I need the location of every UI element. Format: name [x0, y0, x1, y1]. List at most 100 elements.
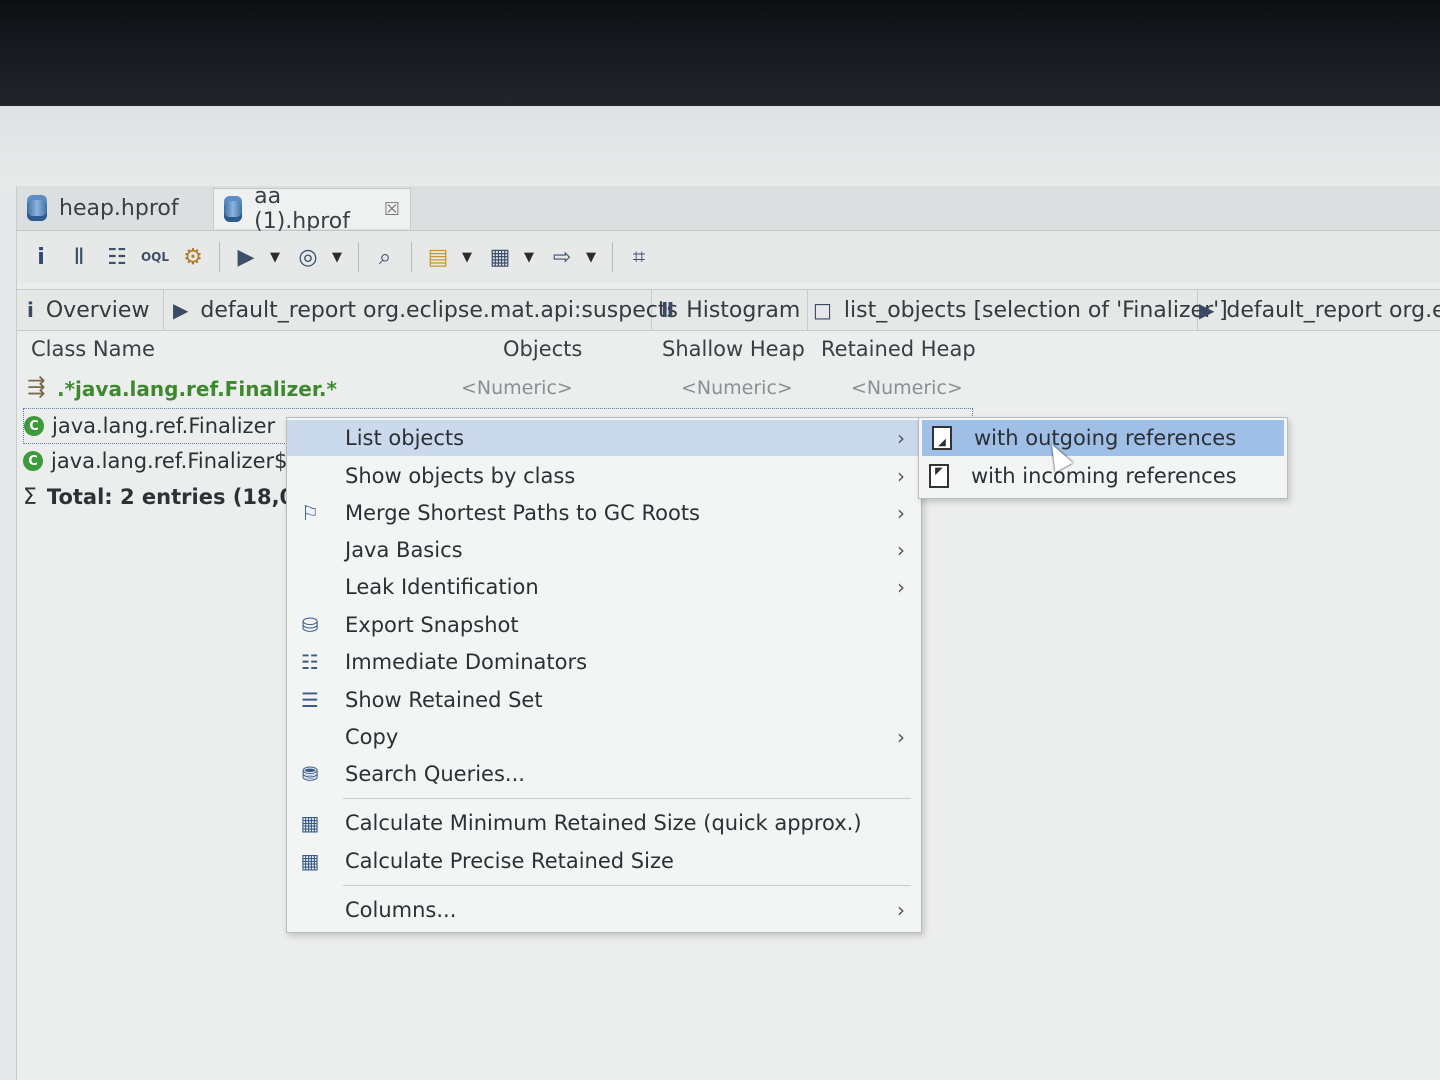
menu-item-outgoing-references[interactable]: ◢ with outgoing references: [922, 420, 1284, 456]
sigma-icon: Σ: [23, 484, 37, 510]
search-queries-icon: ⛃: [301, 762, 319, 786]
tab-label: default_report org.ec: [1226, 297, 1440, 323]
menu-label: Show Retained Set: [345, 688, 543, 712]
shallow-filter-input[interactable]: <Numeric>: [681, 377, 793, 399]
search-icon[interactable]: ⌕: [369, 239, 401, 275]
chevron-right-icon: ›: [897, 426, 905, 450]
menu-item-calc-precise-retained[interactable]: ▦ Calculate Precise Retained Size: [287, 843, 921, 879]
tab-histogram[interactable]: Ⅱ Histogram: [651, 290, 808, 330]
toolbar-separator: [411, 242, 412, 272]
chevron-down-icon[interactable]: ▼: [522, 239, 536, 275]
calculator-icon: ▦: [300, 811, 320, 835]
chevron-right-icon: ›: [897, 501, 905, 525]
menu-label: Export Snapshot: [345, 613, 519, 637]
menu-separator: [343, 798, 911, 799]
database-icon: [27, 195, 47, 221]
menu-label: with outgoing references: [974, 426, 1237, 450]
menu-item-leak-identification[interactable]: Leak Identification ›: [287, 569, 921, 605]
tab-label: Overview: [45, 297, 150, 323]
class-icon: C: [23, 451, 43, 471]
run-report-icon[interactable]: ▶: [230, 239, 262, 275]
info-icon: i: [27, 298, 34, 322]
column-class-name[interactable]: Class Name: [31, 337, 155, 361]
chevron-right-icon: ›: [897, 575, 905, 599]
open-query-browser-icon[interactable]: ◎: [292, 239, 324, 275]
menu-separator: [343, 885, 911, 886]
row-label: java.lang.ref.Finalizer$F: [51, 449, 300, 473]
oql-icon[interactable]: OQL: [139, 239, 171, 275]
calculator-icon[interactable]: ▦: [484, 239, 516, 275]
class-filter-input[interactable]: .*java.lang.ref.Finalizer.*: [57, 377, 337, 401]
toolbar-separator: [219, 242, 220, 272]
toolbar-separator: [358, 242, 359, 272]
menu-item-show-retained-set[interactable]: ☰ Show Retained Set: [287, 682, 921, 718]
histogram-icon: Ⅱ: [661, 298, 675, 322]
context-menu: List objects › Show objects by class › ⚐…: [286, 417, 922, 933]
menu-item-copy[interactable]: Copy ›: [287, 719, 921, 755]
list-objects-submenu: ◢ with outgoing references ◤ with incomi…: [918, 417, 1288, 499]
tab-label: Histogram: [686, 297, 801, 323]
row-label: java.lang.ref.Finalizer: [52, 414, 276, 438]
menu-item-list-objects[interactable]: List objects ›: [287, 420, 921, 456]
menu-item-merge-shortest-paths[interactable]: ⚐ Merge Shortest Paths to GC Roots ›: [287, 495, 921, 531]
report-icon: ▶: [1199, 298, 1215, 322]
menu-item-show-objects-by-class[interactable]: Show objects by class ›: [287, 458, 921, 494]
tab-default-report-suspects[interactable]: ▶ default_report org.eclipse.mat.api:sus…: [163, 290, 678, 330]
tab-heap-hprof[interactable]: heap.hprof: [17, 188, 217, 228]
histogram-icon[interactable]: Ⅱ: [63, 239, 95, 275]
tab-default-report[interactable]: ▶ default_report org.ec: [1189, 290, 1440, 330]
chevron-down-icon[interactable]: ▼: [268, 239, 282, 275]
menu-label: List objects: [345, 426, 465, 450]
dominator-icon: ☷: [301, 650, 319, 674]
chevron-down-icon[interactable]: ▼: [584, 239, 598, 275]
dominator-tree-icon[interactable]: ☷: [101, 239, 133, 275]
menu-item-columns[interactable]: Columns... ›: [287, 892, 921, 928]
menu-label: with incoming references: [971, 464, 1237, 488]
chevron-down-icon[interactable]: ▼: [460, 239, 474, 275]
menu-item-search-queries[interactable]: ⛃ Search Queries...: [287, 756, 921, 792]
tab-label: heap.hprof: [59, 195, 179, 221]
export-icon[interactable]: ⇨: [546, 239, 578, 275]
menu-label: Copy: [345, 725, 399, 749]
menu-label: Search Queries...: [345, 762, 525, 786]
menu-item-incoming-references[interactable]: ◤ with incoming references: [919, 458, 1287, 494]
database-export-icon: ⛁: [301, 613, 319, 637]
column-shallow-heap[interactable]: Shallow Heap: [662, 337, 805, 361]
menu-label: Java Basics: [345, 538, 463, 562]
table-header: Class Name Objects Shallow Heap Retained…: [17, 331, 1017, 369]
menu-item-calc-min-retained[interactable]: ▦ Calculate Minimum Retained Size (quick…: [287, 805, 921, 841]
chevron-right-icon: ›: [897, 538, 905, 562]
table-row[interactable]: C java.lang.ref.Finalizer$F: [23, 444, 300, 478]
toolbar-separator: [612, 242, 613, 272]
retained-set-icon: ☰: [301, 688, 319, 712]
menu-label: Columns...: [345, 898, 457, 922]
tab-aa-hprof[interactable]: aa (1).hprof ☒: [213, 184, 411, 234]
chevron-down-icon[interactable]: ▼: [330, 239, 344, 275]
calculator-icon: ▦: [300, 849, 320, 873]
menu-label: Immediate Dominators: [345, 650, 588, 674]
close-icon[interactable]: ☒: [384, 199, 400, 220]
tab-list-objects[interactable]: □ list_objects [selection of 'Finalizer'…: [803, 290, 1228, 330]
incoming-references-icon: ◤: [929, 464, 949, 488]
column-retained-heap[interactable]: Retained Heap: [821, 337, 976, 361]
column-objects[interactable]: Objects: [503, 337, 582, 361]
info-icon[interactable]: i: [25, 239, 57, 275]
menu-label: Calculate Precise Retained Size: [345, 849, 674, 873]
thread-overview-icon[interactable]: ⚙: [177, 239, 209, 275]
tab-overview[interactable]: i Overview: [17, 290, 164, 330]
path-tree-icon: ⚐: [301, 501, 319, 525]
menu-item-java-basics[interactable]: Java Basics ›: [287, 532, 921, 568]
filter-icon: ⇶: [27, 375, 46, 400]
retained-filter-input[interactable]: <Numeric>: [851, 377, 963, 399]
menu-label: Show objects by class: [345, 464, 576, 488]
editor-tab-bar: heap.hprof aa (1).hprof ☒: [17, 184, 1440, 234]
menu-item-export-snapshot[interactable]: ⛁ Export Snapshot: [287, 607, 921, 643]
pin-tab-icon[interactable]: ⌗: [623, 239, 655, 275]
objects-filter-input[interactable]: <Numeric>: [461, 377, 573, 399]
menu-label: Leak Identification: [345, 575, 539, 599]
monitor-bezel: [0, 0, 1440, 110]
class-icon: C: [24, 416, 44, 436]
menu-item-immediate-dominators[interactable]: ☷ Immediate Dominators: [287, 644, 921, 680]
toolbar: i Ⅱ ☷ OQL ⚙ ▶ ▼ ◎ ▼ ⌕ ▤ ▼ ▦ ▼ ⇨ ▼ ⌗: [17, 231, 1440, 283]
group-by-icon[interactable]: ▤: [422, 239, 454, 275]
